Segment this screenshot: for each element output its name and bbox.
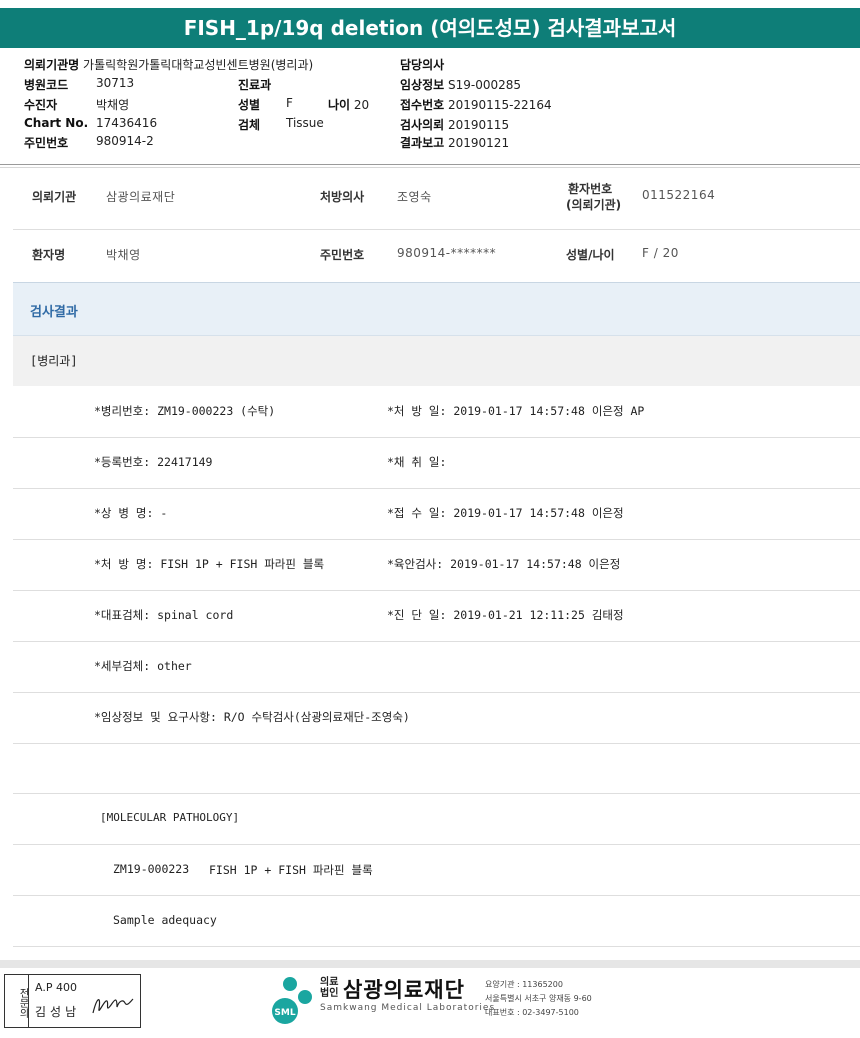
sex-field: 성별 F (238, 96, 293, 112)
molecular-divider (13, 844, 860, 845)
requesting-org-label: 의뢰기관 (32, 190, 77, 204)
attending-doctor-field: 담당의사 (400, 58, 445, 72)
specialist-label: 전문의 (5, 975, 29, 1027)
request-date-field: 검사의뢰 20190115 (400, 118, 510, 132)
report-title: FISH_1p/19q deletion (여의도성모) 검사결과보고서 (0, 8, 860, 48)
result-row-right: *육안검사: 2019-01-17 14:57:48 이은정 (387, 557, 621, 571)
receipt-no-field: 접수번호 20190115-22164 (400, 98, 552, 112)
prescriber-value: 조영숙 (397, 190, 432, 204)
result-row-left: *병리번호: ZM19-000223 (수탁) (94, 404, 276, 418)
molecular-heading: [MOLECULAR PATHOLOGY] (100, 811, 240, 824)
report-date-field: 결과보고 20190121 (400, 136, 510, 150)
org-type: 의료법인 (320, 977, 339, 999)
result-row-divider (13, 641, 860, 642)
patient-name-label: 환자명 (32, 248, 66, 262)
sml-logo-text: SML (274, 1008, 295, 1018)
resident-no-label: 주민번호 (320, 248, 365, 262)
results-section-title: 검사결과 (30, 305, 78, 320)
patient-no-label: 환자번호 (568, 182, 613, 196)
chart-no-field: Chart No. 17436416 (24, 116, 158, 130)
institution-field: 의뢰기관명 가톨릭학원가톨릭대학교성빈센트병원(병리과) (24, 58, 314, 72)
result-row-right: *진 단 일: 2019-01-21 12:11:25 김태정 (387, 608, 624, 622)
org-code: 요양기관 : 11365200 (485, 980, 563, 989)
test-name: FISH 1P + FISH 파라핀 블록 (209, 863, 373, 877)
patient-no-sublabel: (의뢰기관) (566, 198, 622, 212)
org-name-en: Samkwang Medical Laboratories (320, 1003, 496, 1013)
result-row-left: *상 병 명: - (94, 506, 168, 520)
license-number: A.P 400 (35, 981, 77, 994)
clinical-info-field: 임상정보 S19-000285 (400, 78, 522, 92)
result-row-left: *대표검체: spinal cord (94, 608, 234, 622)
rows-divider (13, 793, 860, 794)
result-row-divider (13, 539, 860, 540)
resident-no-value: 980914-******* (397, 246, 497, 260)
result-row-divider (13, 692, 860, 693)
sex-age-label: 성별/나이 (566, 248, 615, 262)
patient-field: 수진자 박채영 (24, 98, 130, 112)
hospital-code-field: 병원코드 30713 (24, 76, 135, 92)
test-divider (13, 895, 860, 896)
result-row-left: *세부검체: other (94, 659, 192, 673)
org-name: 삼광의료재단 (343, 978, 465, 1002)
result-row-left: *임상정보 및 요구사항: R/O 수탁검사(삼광의료재단-조영숙) (94, 710, 410, 724)
test-code: ZM19-000223 (113, 862, 190, 876)
prescriber-label: 처방의사 (320, 190, 365, 204)
results-section-header: 검사결과 (13, 282, 860, 336)
footer-band (0, 960, 860, 968)
org-address: 서울특별시 서초구 양재동 9-60 (485, 994, 592, 1003)
result-row-right: *접 수 일: 2019-01-17 14:57:48 이은정 (387, 506, 624, 520)
sml-logo-icon: SML (272, 977, 312, 1024)
result-row-left: *처 방 명: FISH 1P + FISH 파라핀 블록 (94, 557, 325, 571)
header-divider-light (0, 167, 860, 168)
patient-name-value: 박채영 (106, 248, 141, 262)
department-label: [병리과] (30, 354, 78, 368)
sample-divider (13, 946, 860, 947)
department-field: 진료과 (238, 78, 272, 92)
resident-no-field: 주민번호 980914-2 (24, 134, 154, 150)
sample-line: Sample adequacy (113, 913, 217, 927)
sex-age-value: F / 20 (642, 246, 679, 260)
result-row-left: *등록번호: 22417149 (94, 455, 213, 469)
signature-icon (92, 998, 134, 1014)
result-row-right: *채 취 일: (387, 455, 447, 469)
specimen-field: 검체 Tissue (238, 116, 324, 132)
patient-no-value: 011522164 (642, 188, 716, 202)
header-divider (0, 164, 860, 165)
specialist-name: 김성남 (35, 1005, 81, 1019)
result-row-divider (13, 743, 860, 744)
department-bar: [병리과] (13, 336, 860, 386)
age-field: 나이 20 (328, 98, 370, 112)
requesting-org-value: 삼광의료재단 (106, 190, 176, 204)
specialist-signature-box: 전문의 A.P 400 김성남 (4, 974, 141, 1028)
result-row-divider (13, 437, 860, 438)
org-phone: 대표번호 : 02-3497-5100 (485, 1008, 579, 1017)
result-row-divider (13, 488, 860, 489)
patient-info-divider (13, 229, 860, 230)
result-row-divider (13, 590, 860, 591)
result-row-right: *처 방 일: 2019-01-17 14:57:48 이은정 AP (387, 404, 645, 418)
